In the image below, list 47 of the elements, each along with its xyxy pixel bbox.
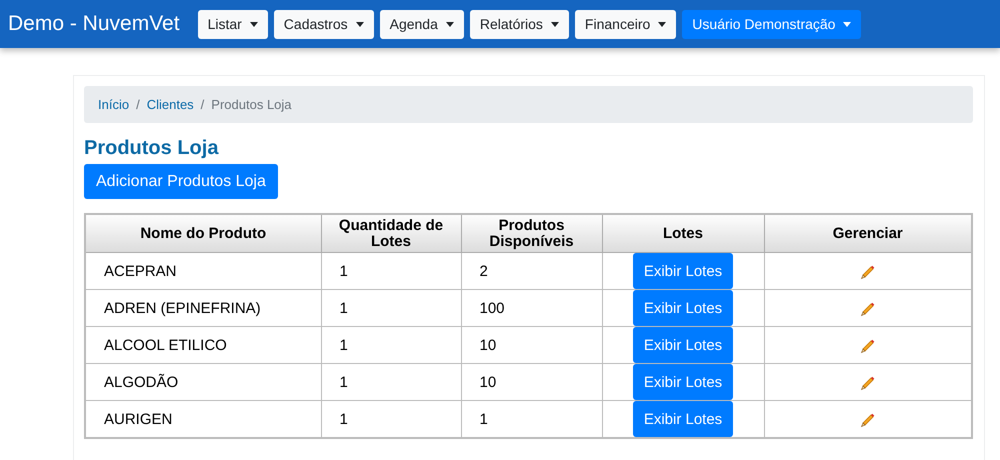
show-lots-button[interactable]: Exibir Lotes [632,327,734,363]
column-header: Nome do Produto [85,214,321,252]
nav-menu-button[interactable]: Financeiro [574,10,676,38]
table-cell: ALCOOL ETILICO [85,326,321,364]
table-cell: 100 [461,290,602,326]
nav-menu-button[interactable]: Usuário Demonstração [682,10,862,38]
pencil-icon[interactable] [860,300,876,317]
breadcrumb-link[interactable]: Clientes [146,97,194,112]
caret-icon [250,22,258,26]
page-title: Produtos Loja [84,137,220,160]
caret-icon [550,22,559,26]
pencil-icon[interactable] [860,374,876,391]
show-lots-button[interactable]: Exibir Lotes [632,253,734,289]
column-header: Quantidade de Lotes [321,214,461,252]
nav-menu-button[interactable]: Agenda [380,10,464,38]
table-cell: 1 [321,364,461,400]
table-cell: 10 [461,364,602,400]
caret-icon [843,22,852,26]
nav-menu-button[interactable]: Relatórios [470,10,569,38]
table-cell: ADREN (EPINEFRINA) [85,290,321,326]
column-header: Gerenciar [764,214,972,252]
nav-menu-button[interactable]: Listar [198,10,268,38]
table-cell: 1 [321,326,461,364]
table-cell: 1 [321,252,461,290]
table-cell: ACEPRAN [85,252,321,290]
pencil-icon[interactable] [860,264,876,280]
brand-title[interactable]: Demo - NuvemVet [8,12,180,36]
column-header: Lotes [602,214,764,252]
caret-icon [446,22,454,26]
show-lots-button[interactable]: Exibir Lotes [632,290,734,326]
breadcrumb-current: Produtos Loja [211,97,292,112]
breadcrumb-link[interactable]: Início [98,97,130,112]
add-product-button[interactable]: Adicionar Produtos Loja [84,164,278,199]
column-header: Produtos Disponíveis [461,214,602,252]
breadcrumb-separator: / [135,97,141,112]
show-lots-button[interactable]: Exibir Lotes [632,401,734,437]
caret-icon [356,22,364,26]
table-cell: 2 [461,252,602,290]
nav-menu-button[interactable]: Cadastros [274,10,374,38]
show-lots-button[interactable]: Exibir Lotes [632,364,734,400]
pencil-icon[interactable] [860,412,876,428]
table-cell: 10 [461,326,602,364]
breadcrumb-separator: / [200,97,206,112]
pencil-icon[interactable] [860,338,876,354]
table-cell: ALGODÃO [85,364,321,400]
caret-icon [658,22,666,26]
table-cell: 1 [321,290,461,326]
